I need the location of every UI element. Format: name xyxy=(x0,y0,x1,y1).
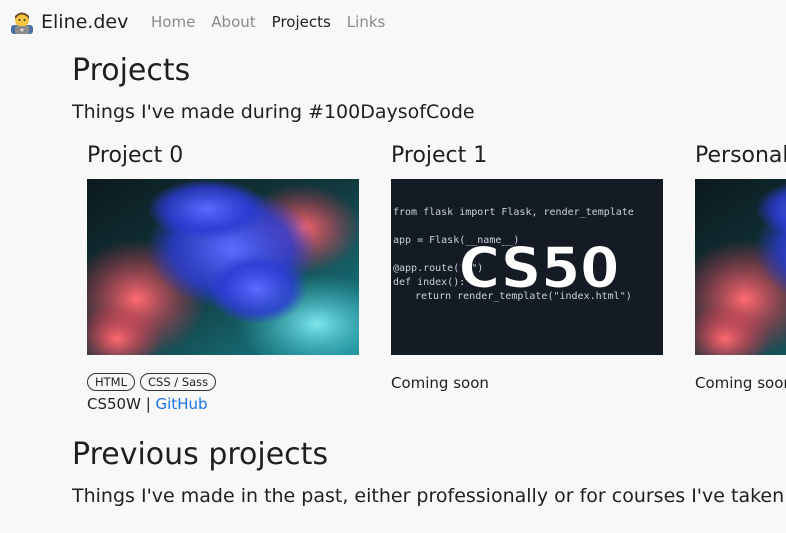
technologist-emoji-icon xyxy=(11,12,33,34)
tag-list: HTML CSS / Sass xyxy=(87,373,359,391)
tag-css-sass: CSS / Sass xyxy=(140,373,217,391)
cs50-logo: CS50 xyxy=(459,236,619,301)
project-card-0: Project 0 HTML CSS / Sass CS50W | GitHub xyxy=(87,141,359,414)
github-link[interactable]: GitHub xyxy=(156,395,208,413)
brand[interactable]: Eline.dev xyxy=(10,10,128,34)
project-credit: CS50W | GitHub xyxy=(87,394,359,414)
project-thumbnail-cs50[interactable]: from flask import Flask, render_template… xyxy=(391,179,663,355)
project-title: Project 1 xyxy=(391,143,488,168)
project-card-1: Project 1 from flask import Flask, rende… xyxy=(391,141,663,393)
project-card-2: Personal Website Coming soon xyxy=(695,141,786,393)
projects-heading: Projects xyxy=(72,53,191,88)
projects-intro: Things I've made during #100DaysofCode xyxy=(72,101,475,123)
nav-links-item[interactable]: Links xyxy=(347,12,386,32)
nav-projects[interactable]: Projects xyxy=(272,12,331,32)
brand-name: Eline.dev xyxy=(41,11,129,33)
navbar: Eline.dev Home About Projects Links xyxy=(0,0,786,46)
course-label: CS50W xyxy=(87,395,141,413)
tag-html: HTML xyxy=(87,373,136,391)
project-status: Coming soon xyxy=(391,374,489,392)
nav-links: Home About Projects Links xyxy=(151,12,401,32)
project-status: Coming soon xyxy=(695,374,786,392)
previous-projects-intro: Things I've made in the past, either pro… xyxy=(72,485,786,507)
code-line-4: def index(): xyxy=(393,277,465,288)
project-title: Personal Website xyxy=(695,143,786,168)
nav-about[interactable]: About xyxy=(211,12,255,32)
nav-home[interactable]: Home xyxy=(151,12,195,32)
separator: | xyxy=(140,395,156,413)
code-line-1: from flask import Flask, render_template xyxy=(393,207,634,218)
project-thumbnail-smoke[interactable] xyxy=(87,179,359,355)
previous-projects-heading: Previous projects xyxy=(72,437,329,472)
project-thumbnail-smoke[interactable] xyxy=(695,179,786,355)
project-title: Project 0 xyxy=(87,143,184,168)
